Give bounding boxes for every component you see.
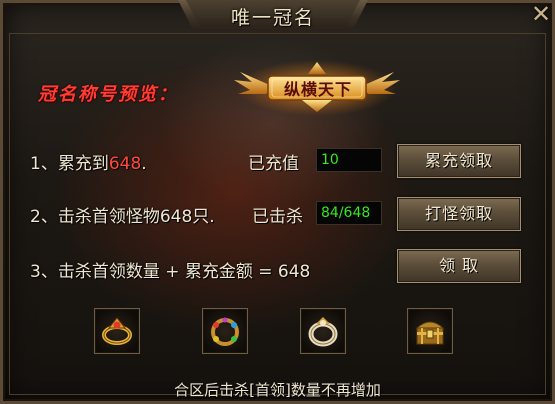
kill-count-field: 84/648 bbox=[316, 201, 382, 225]
treasure-chest-icon bbox=[415, 321, 445, 345]
footer-note: 合区后击杀[首领]数量不再增加 bbox=[174, 381, 381, 399]
panel-title: 唯一冠名 bbox=[230, 7, 315, 29]
row-1-text: 1、累充到648. bbox=[30, 154, 147, 174]
reward-slot-3[interactable] bbox=[300, 308, 346, 354]
reward-slot-2[interactable] bbox=[202, 308, 248, 354]
row-3-text: 3、击杀首领数量 + 累充金额 = 648 bbox=[30, 262, 311, 282]
jade-ring-icon bbox=[308, 317, 338, 347]
row-2-status-label: 已击杀 bbox=[252, 207, 303, 227]
claim-recharge-button[interactable]: 累充领取 bbox=[397, 144, 521, 178]
title-preview-label: 冠名称号预览： bbox=[38, 84, 178, 105]
close-button[interactable]: ✕ bbox=[528, 1, 554, 27]
reward-slot-1[interactable] bbox=[94, 308, 140, 354]
claim-kill-button[interactable]: 打怪领取 bbox=[397, 197, 521, 231]
claim-button[interactable]: 领 取 bbox=[397, 249, 521, 283]
close-icon: ✕ bbox=[530, 0, 552, 28]
title-badge-text: 纵横天下 bbox=[283, 80, 352, 99]
row-2-text: 2、击杀首领怪物648只. bbox=[30, 207, 215, 227]
recharged-amount-field: 10 bbox=[316, 148, 382, 172]
row-1-status-label: 已充值 bbox=[248, 154, 299, 174]
gem-bracelet-icon bbox=[211, 317, 239, 346]
gold-ring-icon bbox=[102, 317, 132, 345]
reward-slot-4[interactable] bbox=[407, 308, 453, 354]
